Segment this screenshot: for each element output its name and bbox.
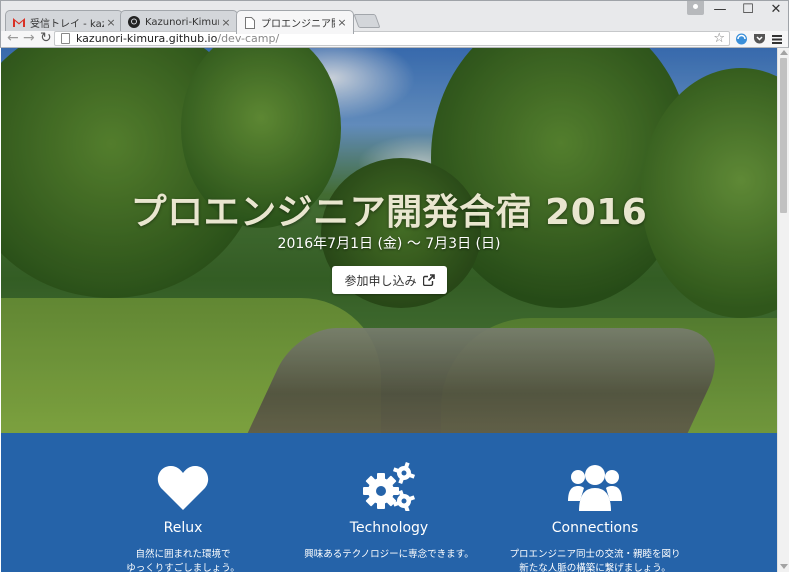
profile-icon[interactable] [687,1,704,15]
scroll-down-icon[interactable] [780,564,788,569]
tab-strip: 受信トレイ - kazunori.kimura × Kazunori-Kimur… [0,0,789,34]
gmail-icon [12,15,26,29]
tab-close-icon[interactable]: × [106,16,116,29]
maximize-button[interactable]: ☐ [734,1,762,21]
feature-technology: Technology 興味あるテクノロジーに専念できます。 [279,433,499,562]
apply-button[interactable]: 参加申し込み [332,266,447,294]
apply-button-label: 参加申し込み [344,273,417,288]
github-icon [127,15,141,29]
feature-description: 自然に囲まれた環境で ゆっくりすごしましょう。 [126,549,240,572]
feature-relux: Relux 自然に囲まれた環境で ゆっくりすごしましょう。 [73,433,293,572]
feature-connections: Connections プロエンジニア同士の交流・親睦を図り 新たな人脈の構築に… [485,433,705,572]
page-info-icon[interactable] [61,33,70,44]
extension-icon[interactable] [735,33,748,45]
tab-close-icon[interactable]: × [337,16,347,29]
menu-icon[interactable] [772,33,785,45]
feature-description: 興味あるテクノロジーに専念できます。 [304,549,474,560]
tab-dev-camp[interactable]: プロエンジニア開発合宿 2016 × [236,10,354,34]
feature-name: Relux [163,520,203,536]
heart-icon [73,451,293,511]
feature-description: プロエンジニア同士の交流・親睦を図り 新たな人脈の構築に繋げましょう。 [509,549,681,572]
event-date: 2016年7月1日 (金) ～ 7月3日 (日) [277,236,501,252]
scroll-up-icon[interactable] [780,50,788,55]
minimize-button[interactable]: — [706,1,734,21]
url-host: kazunori-kimura.github.io [76,32,218,45]
feature-name: Technology [349,520,429,536]
tab-github[interactable]: Kazunori-Kimura/dev-camp × [120,10,238,33]
hero-section: プロエンジニア開発合宿 2016 2016年7月1日 (金) ～ 7月3日 (日… [1,48,777,433]
back-icon[interactable]: ← [7,31,19,45]
bookmark-star-icon[interactable]: ☆ [713,31,725,46]
page-scrollbar[interactable] [777,48,789,572]
toolbar: ← → ↻ kazunori-kimura.github.io /dev-cam… [0,31,789,48]
gears-icon [279,451,499,511]
page-icon [243,16,257,30]
tab-title: Kazunori-Kimura/dev-camp [145,16,219,28]
tab-title: プロエンジニア開発合宿 2016 [261,19,335,30]
tab-title: 受信トレイ - kazunori.kimura [30,18,104,30]
pocket-icon[interactable] [753,33,766,45]
page-title: プロエンジニア開発合宿 2016 [130,192,648,233]
new-tab-button[interactable] [353,14,381,28]
external-link-icon [422,274,435,287]
feature-name: Connections [551,520,639,536]
address-bar[interactable]: kazunori-kimura.github.io /dev-camp/ ☆ [54,31,730,46]
forward-icon[interactable]: → [23,31,35,45]
tab-close-icon[interactable]: × [221,16,231,29]
reload-icon[interactable]: ↻ [40,31,52,45]
close-button[interactable]: ✕ [762,1,789,21]
users-icon [485,451,705,511]
page-viewport: プロエンジニア開発合宿 2016 2016年7月1日 (金) ～ 7月3日 (日… [1,48,777,572]
scrollbar-thumb[interactable] [780,58,787,213]
features-section: Relux 自然に囲まれた環境で ゆっくりすごしましょう。 Technology… [1,433,777,572]
